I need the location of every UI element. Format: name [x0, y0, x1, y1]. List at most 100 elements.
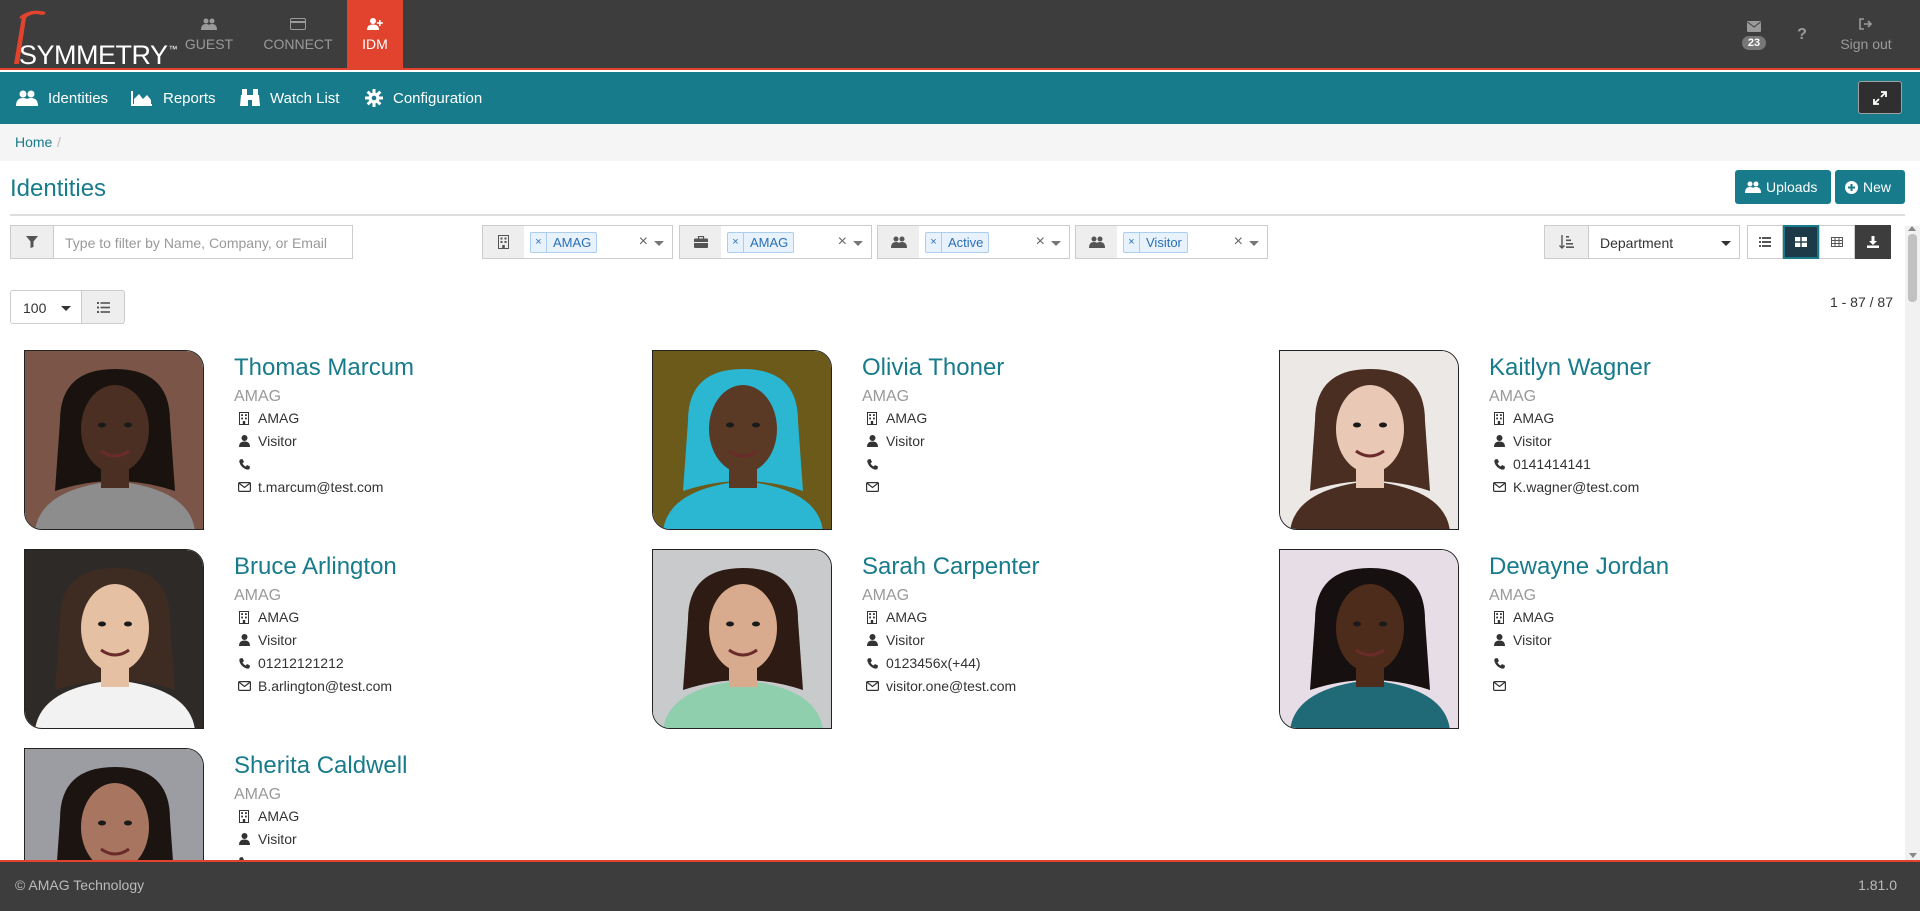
messages-button[interactable]: 23	[1740, 0, 1768, 70]
sign-out-button[interactable]: Sign out	[1834, 0, 1898, 70]
identity-card[interactable]: Kaitlyn Wagner AMAG AMAG Visitor 0141414141 K…	[1255, 330, 1855, 530]
list-options-button[interactable]	[81, 290, 125, 324]
identity-email[interactable]: K.wagner@test.com	[1513, 479, 1639, 495]
new-label: New	[1863, 179, 1892, 195]
user-icon	[1493, 435, 1505, 447]
plus-circle-icon	[1845, 180, 1858, 194]
clear-selection-icon[interactable]: ×	[1036, 233, 1045, 251]
identity-name-link[interactable]: Kaitlyn Wagner	[1489, 354, 1651, 382]
status-select[interactable]: × Active ×	[919, 225, 1070, 259]
identity-type-row: Visitor	[236, 630, 297, 650]
department-select[interactable]: × AMAG ×	[524, 225, 673, 259]
list-ol-icon	[96, 301, 110, 313]
identity-phone-row	[1491, 653, 1513, 673]
identity-photo[interactable]	[24, 549, 204, 729]
nav-label: Reports	[163, 89, 216, 107]
remove-tag-icon[interactable]: ×	[531, 233, 547, 252]
identity-department: AMAG	[886, 410, 928, 426]
breadcrumb: Home /	[0, 124, 1920, 161]
user-icon	[1493, 634, 1505, 646]
identity-photo[interactable]	[1279, 549, 1459, 729]
remove-tag-icon[interactable]: ×	[926, 233, 942, 252]
chevron-down-icon[interactable]	[1249, 241, 1259, 246]
identity-department-row: AMAG	[1491, 408, 1554, 428]
footer: © AMAG Technology 1.81.0	[0, 860, 1920, 911]
app-tab-connect[interactable]: CONNECT	[256, 0, 340, 70]
identity-photo[interactable]	[652, 350, 832, 530]
identity-card[interactable]: Thomas Marcum AMAG AMAG Visitor t.marcum@tes…	[0, 330, 600, 530]
uploads-button[interactable]: Uploads	[1735, 170, 1831, 204]
identity-name-link[interactable]: Olivia Thoner	[862, 354, 1004, 382]
vertical-scrollbar[interactable]	[1905, 226, 1920, 860]
identity-company: AMAG	[1489, 388, 1537, 405]
identity-photo[interactable]	[1279, 350, 1459, 530]
identity-company: AMAG	[862, 587, 910, 604]
identity-email[interactable]: t.marcum@test.com	[258, 479, 383, 495]
phone-icon	[1493, 458, 1505, 470]
clear-selection-icon[interactable]: ×	[1234, 233, 1243, 251]
identity-department-row: AMAG	[1491, 607, 1554, 627]
identity-card[interactable]: Sherita Caldwell AMAG AMAG Visitor	[0, 728, 600, 860]
filter-addon	[10, 225, 54, 259]
envelope-icon	[1492, 482, 1506, 492]
clear-selection-icon[interactable]: ×	[639, 233, 648, 251]
uploads-label: Uploads	[1766, 179, 1818, 195]
nav-reports[interactable]: Reports	[131, 72, 216, 124]
identity-department-row: AMAG	[864, 607, 927, 627]
identity-photo[interactable]	[24, 350, 204, 530]
new-button[interactable]: New	[1835, 170, 1905, 204]
remove-tag-icon[interactable]: ×	[728, 233, 744, 252]
identity-photo[interactable]	[24, 748, 204, 860]
breadcrumb-home-link[interactable]: Home	[15, 134, 52, 150]
identity-name-link[interactable]: Bruce Arlington	[234, 553, 397, 581]
building-icon	[239, 411, 249, 425]
app-tab-guest[interactable]: GUEST	[172, 0, 246, 70]
identity-card[interactable]: Dewayne Jordan AMAG AMAG Visitor	[1255, 529, 1855, 729]
identity-email[interactable]: visitor.one@test.com	[886, 678, 1016, 694]
identity-name-link[interactable]: Sherita Caldwell	[234, 752, 407, 780]
clear-selection-icon[interactable]: ×	[838, 233, 847, 251]
identity-card[interactable]: Olivia Thoner AMAG AMAG Visitor	[628, 330, 1228, 530]
remove-tag-icon[interactable]: ×	[1124, 233, 1140, 252]
scrollbar-thumb[interactable]	[1908, 234, 1917, 302]
card-view-button[interactable]	[1783, 225, 1819, 259]
identity-card[interactable]: Sarah Carpenter AMAG AMAG Visitor 0123456x(+…	[628, 529, 1228, 729]
identity-phone: 0141414141	[1513, 456, 1591, 472]
nav-identities[interactable]: Identities	[16, 72, 108, 124]
identity-name-link[interactable]: Sarah Carpenter	[862, 553, 1039, 581]
phone-icon	[866, 657, 878, 669]
scroll-down-arrow[interactable]	[1909, 853, 1917, 858]
list-view-button[interactable]	[1747, 225, 1783, 259]
nav-watch-list[interactable]: Watch List	[240, 72, 339, 124]
user-icon	[238, 634, 250, 646]
nav-configuration[interactable]: Configuration	[365, 72, 482, 124]
scroll-up-arrow[interactable]	[1908, 226, 1916, 231]
page-size-value: 100	[23, 300, 47, 316]
identity-type-row: Visitor	[864, 431, 925, 451]
page-size-select[interactable]: 100	[10, 290, 82, 324]
filter-icon	[26, 236, 38, 248]
identity-name-link[interactable]: Thomas Marcum	[234, 354, 414, 382]
chevron-down-icon[interactable]	[654, 241, 664, 246]
page-title: Identities	[10, 175, 107, 202]
chevron-down-icon[interactable]	[853, 241, 863, 246]
envelope-icon	[237, 681, 251, 691]
company-select[interactable]: × AMAG ×	[721, 225, 872, 259]
identity-email[interactable]: B.arlington@test.com	[258, 678, 392, 694]
department-filter-addon	[482, 225, 525, 259]
identity-name-link[interactable]: Dewayne Jordan	[1489, 553, 1669, 581]
identity-card[interactable]: Bruce Arlington AMAG AMAG Visitor 0121212121…	[0, 529, 600, 729]
sort-select[interactable]: Department	[1588, 225, 1740, 259]
identity-filter-input[interactable]: Type to filter by Name, Company, or Emai…	[53, 225, 353, 259]
fullscreen-button[interactable]	[1858, 81, 1902, 114]
download-button[interactable]	[1855, 225, 1891, 259]
table-view-button[interactable]	[1819, 225, 1855, 259]
chevron-down-icon[interactable]	[1051, 241, 1061, 246]
app-tab-idm[interactable]: IDM	[347, 0, 403, 70]
identity-department: AMAG	[258, 808, 300, 824]
symmetry-logo[interactable]: SYMMETRY™	[6, 4, 178, 70]
identity-photo[interactable]	[652, 549, 832, 729]
type-select[interactable]: × Visitor ×	[1117, 225, 1268, 259]
app-tab-label: CONNECT	[263, 36, 333, 52]
help-button[interactable]: ?	[1790, 0, 1814, 70]
